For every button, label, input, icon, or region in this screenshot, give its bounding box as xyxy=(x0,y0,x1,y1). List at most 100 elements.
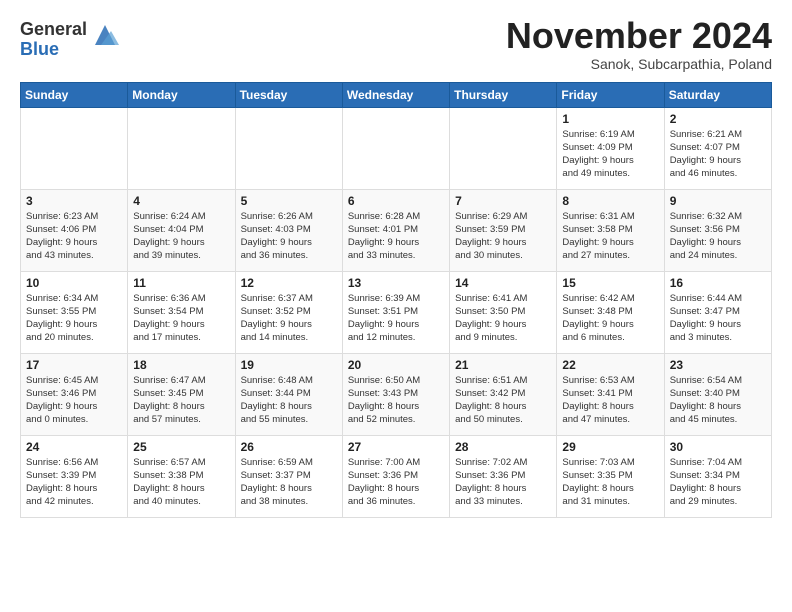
day-number: 5 xyxy=(241,194,337,208)
day-info: Sunrise: 6:19 AM Sunset: 4:09 PM Dayligh… xyxy=(562,128,658,181)
day-info: Sunrise: 6:44 AM Sunset: 3:47 PM Dayligh… xyxy=(670,292,766,345)
calendar-cell: 30 Sunrise: 7:04 AM Sunset: 3:34 PM Dayli… xyxy=(664,435,771,517)
day-number: 15 xyxy=(562,276,658,290)
day-number: 17 xyxy=(26,358,122,372)
day-info: Sunrise: 6:59 AM Sunset: 3:37 PM Dayligh… xyxy=(241,456,337,509)
calendar-cell xyxy=(235,107,342,189)
day-number: 24 xyxy=(26,440,122,454)
day-info: Sunrise: 6:57 AM Sunset: 3:38 PM Dayligh… xyxy=(133,456,229,509)
calendar-cell: 23 Sunrise: 6:54 AM Sunset: 3:40 PM Dayli… xyxy=(664,353,771,435)
day-info: Sunrise: 6:29 AM Sunset: 3:59 PM Dayligh… xyxy=(455,210,551,263)
day-info: Sunrise: 7:03 AM Sunset: 3:35 PM Dayligh… xyxy=(562,456,658,509)
header-monday: Monday xyxy=(128,82,235,107)
day-info: Sunrise: 6:21 AM Sunset: 4:07 PM Dayligh… xyxy=(670,128,766,181)
day-number: 7 xyxy=(455,194,551,208)
title-block: November 2024 Sanok, Subcarpathia, Polan… xyxy=(506,16,772,72)
calendar-cell: 16 Sunrise: 6:44 AM Sunset: 3:47 PM Dayli… xyxy=(664,271,771,353)
day-number: 2 xyxy=(670,112,766,126)
day-info: Sunrise: 7:04 AM Sunset: 3:34 PM Dayligh… xyxy=(670,456,766,509)
calendar-cell: 25 Sunrise: 6:57 AM Sunset: 3:38 PM Dayli… xyxy=(128,435,235,517)
header-sunday: Sunday xyxy=(21,82,128,107)
day-info: Sunrise: 6:42 AM Sunset: 3:48 PM Dayligh… xyxy=(562,292,658,345)
day-info: Sunrise: 6:37 AM Sunset: 3:52 PM Dayligh… xyxy=(241,292,337,345)
calendar-cell: 1Sunrise: 6:19 AM Sunset: 4:09 PM Daylig… xyxy=(557,107,664,189)
day-info: Sunrise: 6:32 AM Sunset: 3:56 PM Dayligh… xyxy=(670,210,766,263)
calendar-cell: 2 Sunrise: 6:21 AM Sunset: 4:07 PM Daylig… xyxy=(664,107,771,189)
header-friday: Friday xyxy=(557,82,664,107)
header-tuesday: Tuesday xyxy=(235,82,342,107)
logo-blue: Blue xyxy=(20,40,87,60)
day-info: Sunrise: 6:36 AM Sunset: 3:54 PM Dayligh… xyxy=(133,292,229,345)
day-number: 8 xyxy=(562,194,658,208)
day-info: Sunrise: 6:48 AM Sunset: 3:44 PM Dayligh… xyxy=(241,374,337,427)
calendar-cell: 7 Sunrise: 6:29 AM Sunset: 3:59 PM Daylig… xyxy=(450,189,557,271)
logo: General Blue xyxy=(20,20,119,60)
day-info: Sunrise: 7:00 AM Sunset: 3:36 PM Dayligh… xyxy=(348,456,444,509)
day-number: 13 xyxy=(348,276,444,290)
day-number: 21 xyxy=(455,358,551,372)
calendar-cell xyxy=(450,107,557,189)
calendar-cell: 28 Sunrise: 7:02 AM Sunset: 3:36 PM Dayli… xyxy=(450,435,557,517)
calendar-cell: 29 Sunrise: 7:03 AM Sunset: 3:35 PM Dayli… xyxy=(557,435,664,517)
calendar-cell: 17 Sunrise: 6:45 AM Sunset: 3:46 PM Dayli… xyxy=(21,353,128,435)
day-number: 20 xyxy=(348,358,444,372)
day-info: Sunrise: 6:51 AM Sunset: 3:42 PM Dayligh… xyxy=(455,374,551,427)
day-info: Sunrise: 6:31 AM Sunset: 3:58 PM Dayligh… xyxy=(562,210,658,263)
calendar-cell: 10Sunrise: 6:34 AM Sunset: 3:55 PM Dayli… xyxy=(21,271,128,353)
day-number: 25 xyxy=(133,440,229,454)
calendar-cell: 5 Sunrise: 6:26 AM Sunset: 4:03 PM Daylig… xyxy=(235,189,342,271)
day-number: 9 xyxy=(670,194,766,208)
header: General Blue November 2024 Sanok, Subcar… xyxy=(20,16,772,72)
day-info: Sunrise: 6:23 AM Sunset: 4:06 PM Dayligh… xyxy=(26,210,122,263)
day-number: 4 xyxy=(133,194,229,208)
day-number: 12 xyxy=(241,276,337,290)
day-info: Sunrise: 6:26 AM Sunset: 4:03 PM Dayligh… xyxy=(241,210,337,263)
calendar-cell: 20 Sunrise: 6:50 AM Sunset: 3:43 PM Dayli… xyxy=(342,353,449,435)
calendar-cell: 12 Sunrise: 6:37 AM Sunset: 3:52 PM Dayli… xyxy=(235,271,342,353)
calendar-cell: 3 Sunrise: 6:23 AM Sunset: 4:06 PM Daylig… xyxy=(21,189,128,271)
day-number: 3 xyxy=(26,194,122,208)
day-info: Sunrise: 6:45 AM Sunset: 3:46 PM Dayligh… xyxy=(26,374,122,427)
day-number: 19 xyxy=(241,358,337,372)
day-number: 30 xyxy=(670,440,766,454)
location-subtitle: Sanok, Subcarpathia, Poland xyxy=(506,56,772,72)
day-info: Sunrise: 6:39 AM Sunset: 3:51 PM Dayligh… xyxy=(348,292,444,345)
calendar-table: Sunday Monday Tuesday Wednesday Thursday… xyxy=(20,82,772,518)
calendar-cell: 26 Sunrise: 6:59 AM Sunset: 3:37 PM Dayli… xyxy=(235,435,342,517)
header-thursday: Thursday xyxy=(450,82,557,107)
calendar-week-1: 1Sunrise: 6:19 AM Sunset: 4:09 PM Daylig… xyxy=(21,107,772,189)
day-number: 29 xyxy=(562,440,658,454)
day-info: Sunrise: 6:50 AM Sunset: 3:43 PM Dayligh… xyxy=(348,374,444,427)
calendar-cell: 24Sunrise: 6:56 AM Sunset: 3:39 PM Dayli… xyxy=(21,435,128,517)
day-info: Sunrise: 6:54 AM Sunset: 3:40 PM Dayligh… xyxy=(670,374,766,427)
logo-text: General Blue xyxy=(20,20,87,60)
calendar-cell: 14Sunrise: 6:41 AM Sunset: 3:50 PM Dayli… xyxy=(450,271,557,353)
page: General Blue November 2024 Sanok, Subcar… xyxy=(0,0,792,528)
header-saturday: Saturday xyxy=(664,82,771,107)
month-title: November 2024 xyxy=(506,16,772,56)
day-number: 6 xyxy=(348,194,444,208)
calendar-cell: 15 Sunrise: 6:42 AM Sunset: 3:48 PM Dayli… xyxy=(557,271,664,353)
calendar-cell: 21 Sunrise: 6:51 AM Sunset: 3:42 PM Dayli… xyxy=(450,353,557,435)
day-info: Sunrise: 7:02 AM Sunset: 3:36 PM Dayligh… xyxy=(455,456,551,509)
calendar-cell: 13 Sunrise: 6:39 AM Sunset: 3:51 PM Dayli… xyxy=(342,271,449,353)
header-wednesday: Wednesday xyxy=(342,82,449,107)
calendar-week-2: 3 Sunrise: 6:23 AM Sunset: 4:06 PM Daylig… xyxy=(21,189,772,271)
day-number: 26 xyxy=(241,440,337,454)
day-number: 23 xyxy=(670,358,766,372)
calendar-cell: 18Sunrise: 6:47 AM Sunset: 3:45 PM Dayli… xyxy=(128,353,235,435)
day-info: Sunrise: 6:53 AM Sunset: 3:41 PM Dayligh… xyxy=(562,374,658,427)
calendar-cell: 11Sunrise: 6:36 AM Sunset: 3:54 PM Dayli… xyxy=(128,271,235,353)
calendar-week-4: 17 Sunrise: 6:45 AM Sunset: 3:46 PM Dayli… xyxy=(21,353,772,435)
calendar-cell: 8 Sunrise: 6:31 AM Sunset: 3:58 PM Daylig… xyxy=(557,189,664,271)
calendar-cell: 27Sunrise: 7:00 AM Sunset: 3:36 PM Dayli… xyxy=(342,435,449,517)
day-number: 28 xyxy=(455,440,551,454)
day-info: Sunrise: 6:34 AM Sunset: 3:55 PM Dayligh… xyxy=(26,292,122,345)
day-number: 14 xyxy=(455,276,551,290)
calendar-week-3: 10Sunrise: 6:34 AM Sunset: 3:55 PM Dayli… xyxy=(21,271,772,353)
day-info: Sunrise: 6:28 AM Sunset: 4:01 PM Dayligh… xyxy=(348,210,444,263)
day-info: Sunrise: 6:47 AM Sunset: 3:45 PM Dayligh… xyxy=(133,374,229,427)
day-info: Sunrise: 6:24 AM Sunset: 4:04 PM Dayligh… xyxy=(133,210,229,263)
day-number: 16 xyxy=(670,276,766,290)
calendar-cell: 4 Sunrise: 6:24 AM Sunset: 4:04 PM Daylig… xyxy=(128,189,235,271)
